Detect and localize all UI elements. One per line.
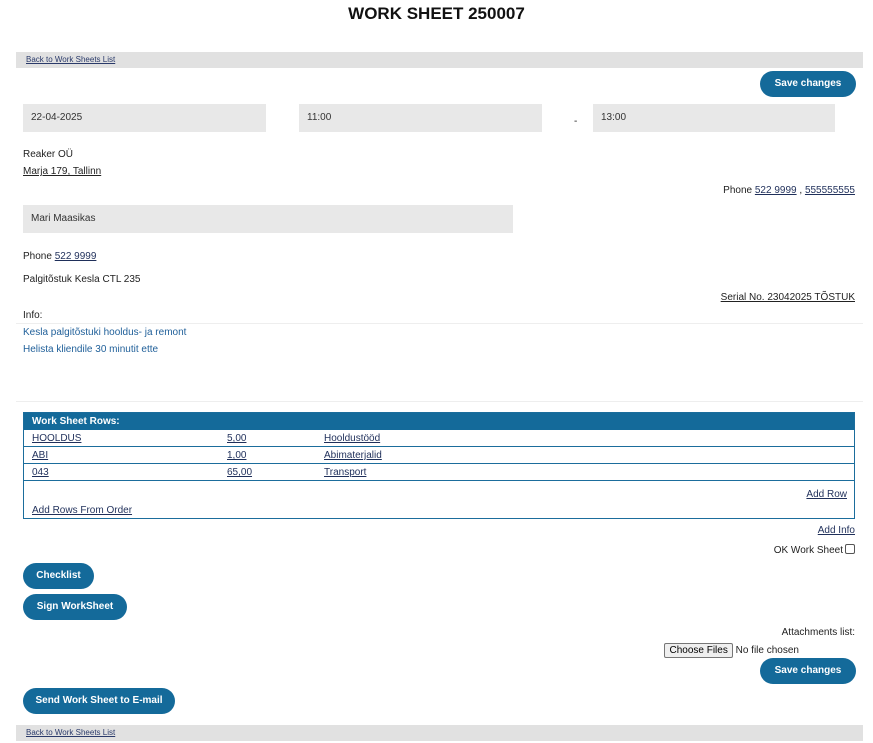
add-row-link[interactable]: Add Row <box>806 489 847 500</box>
client-phone-prefix: Phone <box>723 185 753 196</box>
info-text: Kesla palgitõstuki hooldus- ja remont He… <box>23 324 186 358</box>
back-to-list-link-top[interactable]: Back to Work Sheets List <box>26 55 115 64</box>
client-name: Reaker OÜ <box>23 149 74 160</box>
top-nav-bar: Back to Work Sheets List <box>16 52 863 68</box>
info-label: Info: <box>23 310 43 321</box>
time-separator: - <box>574 116 578 127</box>
row-code-link[interactable]: HOOLDUS <box>32 433 81 444</box>
choose-files-button[interactable]: Choose Files <box>664 643 733 658</box>
row-qty-link[interactable]: 5,00 <box>227 433 246 444</box>
page-title: WORK SHEET 250007 <box>348 4 525 23</box>
row-code-link[interactable]: 043 <box>32 467 49 478</box>
row-qty-link[interactable]: 65,00 <box>227 467 252 478</box>
save-button-bottom[interactable]: Save changes <box>760 658 856 684</box>
client-phone-separator: , <box>799 185 803 196</box>
date-field[interactable]: 22-04-2025 <box>23 104 266 132</box>
table-row: 043 65,00 Transport <box>24 464 854 481</box>
rows-header: Work Sheet Rows: <box>24 413 854 430</box>
row-desc-link[interactable]: Transport <box>324 467 366 478</box>
save-button-top[interactable]: Save changes <box>760 71 856 97</box>
ok-worksheet-checkbox[interactable] <box>845 544 855 554</box>
ok-worksheet-label: OK Work Sheet <box>773 545 843 556</box>
row-code-link[interactable]: ABI <box>32 450 48 461</box>
table-row: HOOLDUS 5,00 Hooldustööd <box>24 430 854 447</box>
bottom-nav-bar: Back to Work Sheets List <box>16 725 863 741</box>
info-bottom-divider <box>16 401 863 402</box>
equipment-name: Palgitõstuk Kesla CTL 235 <box>23 274 141 285</box>
sign-worksheet-button[interactable]: Sign WorkSheet <box>23 594 127 620</box>
client-address-link[interactable]: Marja 179, Tallinn <box>23 166 101 177</box>
back-to-list-link-bottom[interactable]: Back to Work Sheets List <box>26 728 115 737</box>
attachments-label: Attachments list: <box>781 627 855 638</box>
client-phone-line: Phone 522 9999 , 555555555 <box>723 185 855 196</box>
file-input[interactable]: Choose Files No file chosen <box>664 643 799 658</box>
work-sheet-rows-panel: Work Sheet Rows: HOOLDUS 5,00 Hooldustöö… <box>23 412 855 519</box>
client-phone-2-link[interactable]: 555555555 <box>805 185 855 196</box>
ok-worksheet-control: OK Work Sheet <box>774 544 855 556</box>
info-line: Kesla palgitõstuki hooldus- ja remont <box>23 327 187 338</box>
checklist-button[interactable]: Checklist <box>23 563 94 589</box>
serial-number-link[interactable]: Serial No. 23042025 TÕSTUK <box>721 292 855 303</box>
contact-name-field[interactable]: Mari Maasikas <box>23 205 513 233</box>
row-qty-link[interactable]: 1,00 <box>227 450 246 461</box>
contact-phone-line: Phone 522 9999 <box>23 251 96 262</box>
add-info-link[interactable]: Add Info <box>818 525 855 536</box>
add-rows-from-order-link[interactable]: Add Rows From Order <box>32 505 132 516</box>
send-email-button[interactable]: Send Work Sheet to E-mail <box>23 688 175 714</box>
row-desc-link[interactable]: Abimaterjalid <box>324 450 382 461</box>
contact-phone-link[interactable]: 522 9999 <box>55 251 97 262</box>
start-time-field[interactable]: 11:00 <box>299 104 542 132</box>
row-desc-link[interactable]: Hooldustööd <box>324 433 380 444</box>
end-time-field[interactable]: 13:00 <box>593 104 835 132</box>
client-phone-1-link[interactable]: 522 9999 <box>755 185 797 196</box>
contact-phone-prefix: Phone <box>23 251 52 262</box>
no-file-chosen-text: No file chosen <box>735 645 799 656</box>
table-row: ABI 1,00 Abimaterjalid <box>24 447 854 464</box>
info-line: Helista kliendile 30 minutit ette <box>23 344 159 355</box>
